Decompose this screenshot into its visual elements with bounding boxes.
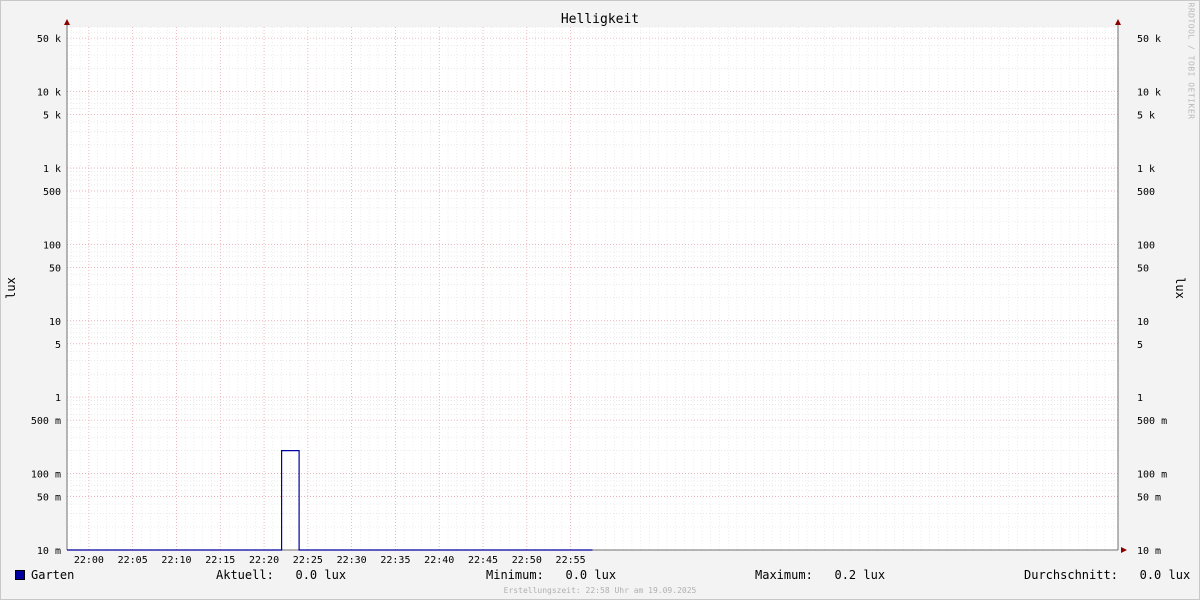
y-tick-label-left: 5 k (43, 111, 61, 122)
y-tick-label-left: 500 (43, 187, 61, 198)
x-tick-label: 22:25 (293, 555, 323, 566)
x-tick-label: 22:15 (205, 555, 235, 566)
y-tick-label-right: 10 k (1137, 88, 1161, 99)
y-tick-label-left: 1 k (43, 164, 61, 175)
y-tick-label-left: 500 m (31, 416, 61, 427)
x-tick-label: 22:30 (337, 555, 367, 566)
y-tick-label-left: 100 m (31, 470, 61, 481)
chart-plot: 50 k 50 k 10 k 10 k 5 k 5 k 1 k 1 k 500 500 100 100… (31, 19, 1167, 566)
y-tick-label-left: 1 (55, 393, 61, 404)
y-tick-label-right: 5 (1137, 340, 1143, 351)
x-tick-label: 22:10 (161, 555, 191, 566)
y-tick-label-left: 50 k (37, 34, 61, 45)
y-tick-label-right: 10 m (1137, 546, 1161, 557)
legend-current: Aktuell: 0.0 lux (216, 568, 347, 582)
legend-average: Durchschnitt: 0.0 lux (1024, 568, 1191, 582)
y-axis-arrow-right (1115, 19, 1121, 25)
legend-maximum: Maximum: 0.2 lux (755, 568, 886, 582)
y-tick-label-right: 1 (1137, 393, 1143, 404)
x-tick-label: 22:20 (249, 555, 279, 566)
y-tick-label-right: 100 (1137, 240, 1155, 251)
footer-timestamp: Erstellungszeit: 22:58 Uhr am 19.09.2025 (503, 586, 697, 595)
legend-minimum: Minimum: 0.0 lux (486, 568, 617, 582)
y-tick-label-right: 100 m (1137, 470, 1167, 481)
y-tick-label-left: 50 (49, 263, 61, 274)
y-tick-label-right: 50 (1137, 263, 1149, 274)
y-tick-label-left: 5 (55, 340, 61, 351)
legend-series-name: Garten (31, 568, 75, 582)
x-tick-label: 22:00 (74, 555, 104, 566)
plot-area (67, 27, 1118, 550)
legend-swatch-garten (15, 570, 25, 580)
chart-panel: Helligkeit lux lux RRDTOOL / TOBI OETIKE… (0, 0, 1200, 600)
y-tick-label-right: 50 k (1137, 34, 1161, 45)
legend: Garten Aktuell: 0.0 lux Minimum: 0.0 lux… (1, 568, 1199, 586)
x-tick-label: 22:55 (556, 555, 586, 566)
y-tick-label-left: 100 (43, 240, 61, 251)
y-tick-label-right: 50 m (1137, 493, 1161, 504)
y-tick-label-right: 1 k (1137, 164, 1155, 175)
y-tick-label-right: 5 k (1137, 111, 1155, 122)
x-tick-label: 22:35 (380, 555, 410, 566)
x-tick-label: 22:40 (424, 555, 454, 566)
x-tick-label: 22:50 (512, 555, 542, 566)
y-tick-label-left: 50 m (37, 493, 61, 504)
x-tick-label: 22:05 (118, 555, 148, 566)
x-tick-label: 22:45 (468, 555, 498, 566)
y-tick-label-left: 10 k (37, 88, 61, 99)
y-tick-label-right: 10 (1137, 317, 1149, 328)
y-tick-label-left: 10 (49, 317, 61, 328)
y-tick-label-right: 500 (1137, 187, 1155, 198)
x-axis-arrow (1121, 547, 1127, 553)
y-axis-arrow-left (64, 19, 70, 25)
y-tick-label-left: 10 m (37, 546, 61, 557)
y-tick-label-right: 500 m (1137, 416, 1167, 427)
